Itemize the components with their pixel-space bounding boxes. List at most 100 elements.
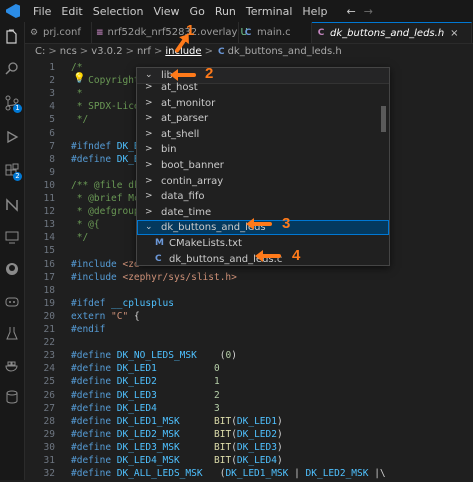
code-token: DK_LED2: [236, 428, 277, 440]
code-token: {: [128, 310, 140, 322]
code-token: |: [288, 468, 306, 480]
close-tab-icon[interactable]: ×: [450, 28, 458, 39]
copilot-icon[interactable]: [3, 292, 21, 310]
nordic-icon[interactable]: [3, 196, 21, 214]
code-token: (: [202, 468, 226, 480]
menu-help[interactable]: Help: [297, 5, 332, 18]
menu-run[interactable]: Run: [210, 5, 241, 18]
testing-icon[interactable]: [3, 324, 21, 342]
chevron-right-icon[interactable]: >: [145, 127, 153, 142]
dropdown-item-label: bin: [161, 144, 177, 156]
code-token: #define: [71, 415, 112, 427]
dropdown-item-at-shell[interactable]: > at_shell: [137, 127, 389, 142]
code-token: BIT: [214, 415, 232, 427]
dropdown-item-bin[interactable]: > bin: [137, 142, 389, 157]
explorer-icon[interactable]: [3, 28, 21, 46]
code-token: DK_LED2_MSK: [111, 428, 180, 440]
code-token: *: [71, 88, 83, 100]
chevron-right-icon[interactable]: >: [145, 158, 153, 173]
menu-selection[interactable]: Selection: [88, 5, 149, 18]
code-token: 0: [214, 363, 220, 375]
code-token: #include: [71, 271, 117, 283]
menu-go[interactable]: Go: [185, 5, 210, 18]
code-token: DK_LED2_MSK: [305, 468, 369, 480]
code-token: 1: [214, 376, 220, 388]
run-debug-icon[interactable]: [3, 128, 21, 146]
chevron-right-icon[interactable]: >: [145, 142, 153, 157]
code-token: #define: [71, 468, 112, 480]
menu-file[interactable]: File: [28, 5, 56, 18]
code-token: DK_LED3_MSK: [111, 441, 180, 453]
dropdown-item-contin-array[interactable]: > contin_array: [137, 174, 389, 189]
code-token: #ifdef: [71, 297, 106, 309]
source-control-badge: 1: [13, 104, 22, 113]
annotation-number-3: 3: [282, 215, 291, 232]
breadcrumb-separator: >: [125, 46, 134, 57]
chevron-right-icon[interactable]: >: [145, 96, 153, 111]
search-icon[interactable]: [3, 60, 21, 78]
menu-edit[interactable]: Edit: [56, 5, 87, 18]
c-header-file-icon: C: [317, 28, 325, 38]
menu-view[interactable]: View: [148, 5, 184, 18]
vscode-logo-icon: [6, 4, 20, 18]
chevron-right-icon[interactable]: >: [145, 205, 153, 220]
cmake-file-icon: M: [155, 238, 164, 248]
code-token: */: [71, 114, 89, 126]
dropdown-item-boot-banner[interactable]: > boot_banner: [137, 158, 389, 173]
chevron-right-icon[interactable]: >: [145, 111, 153, 126]
code-token: DK_ALL_LEDS_MSK: [111, 468, 203, 480]
c-header-file-icon: C: [217, 46, 225, 57]
dropdown-item-cmakelists-txt[interactable]: M CMakeLists.txt: [137, 236, 389, 251]
dropdown-item-at-host[interactable]: > at_host: [137, 80, 389, 95]
code-token: #include: [71, 258, 117, 270]
remote-icon[interactable]: [3, 228, 21, 246]
settings-file-icon: ⚙: [29, 27, 39, 38]
chevron-right-icon[interactable]: >: [145, 80, 153, 95]
breadcrumb-item-file[interactable]: dk_buttons_and_leds.h: [228, 46, 342, 57]
tab-label: dk_buttons_and_leds.h: [330, 27, 445, 39]
c-file-icon: C: [244, 27, 252, 38]
breadcrumb-item-include[interactable]: include: [165, 46, 201, 57]
extensions-icon[interactable]: 2: [3, 162, 22, 181]
source-control-icon[interactable]: 1: [3, 94, 22, 113]
docker-icon[interactable]: [3, 356, 21, 374]
c-file-icon: C: [155, 253, 162, 264]
dropdown-item-at-monitor[interactable]: > at_monitor: [137, 96, 389, 111]
back-arrow-icon[interactable]: ←: [346, 5, 355, 18]
dropdown-item-date-time[interactable]: > date_time: [137, 205, 389, 220]
lightbulb-icon[interactable]: 💡: [73, 73, 85, 84]
code-token: BIT: [214, 428, 232, 440]
code-token: extern: [71, 310, 106, 322]
chevron-right-icon[interactable]: >: [145, 189, 153, 204]
tab-prj-conf[interactable]: ⚙ prj.conf: [25, 22, 92, 43]
code-token: #endif: [71, 324, 106, 335]
tab-main-c[interactable]: Cmain.c: [239, 22, 312, 43]
code-token: #define: [71, 455, 112, 466]
code-token: /*: [71, 62, 83, 73]
breadcrumb-item-drive[interactable]: C:: [35, 46, 45, 57]
code-token: |\: [368, 468, 386, 480]
breadcrumb-separator: >: [204, 46, 213, 57]
breadcrumb-item-ncs[interactable]: ncs: [60, 46, 77, 57]
dropdown-item-label: at_host: [161, 82, 198, 93]
code-token: ): [276, 428, 283, 440]
dropdown-item-data-fifo[interactable]: > data_fifo: [137, 189, 389, 204]
chevron-right-icon[interactable]: >: [145, 174, 153, 189]
dropdown-item-at-parser[interactable]: > at_parser: [137, 111, 389, 126]
code-token: <zephyr/sys/slist.h>: [116, 271, 237, 283]
tab-dk-buttons-and-leds-h[interactable]: Cdk_buttons_and_leds.h ×: [312, 22, 472, 43]
code-token: * @brief Mc: [71, 193, 140, 204]
tab-overlay[interactable]: ≡ nrf52dk_nrf52832.overlay U: [92, 22, 248, 43]
menu-terminal[interactable]: Terminal: [241, 5, 298, 18]
database-icon[interactable]: [3, 388, 21, 406]
breadcrumb-item-version[interactable]: v3.0.2: [91, 46, 122, 57]
code-token: * @{: [71, 219, 100, 231]
forward-arrow-icon[interactable]: →: [364, 5, 373, 18]
chevron-down-icon[interactable]: ⌄: [145, 220, 153, 235]
github-icon[interactable]: [3, 260, 21, 278]
breadcrumb-item-nrf[interactable]: nrf: [137, 46, 151, 57]
code-token: ): [276, 455, 283, 466]
